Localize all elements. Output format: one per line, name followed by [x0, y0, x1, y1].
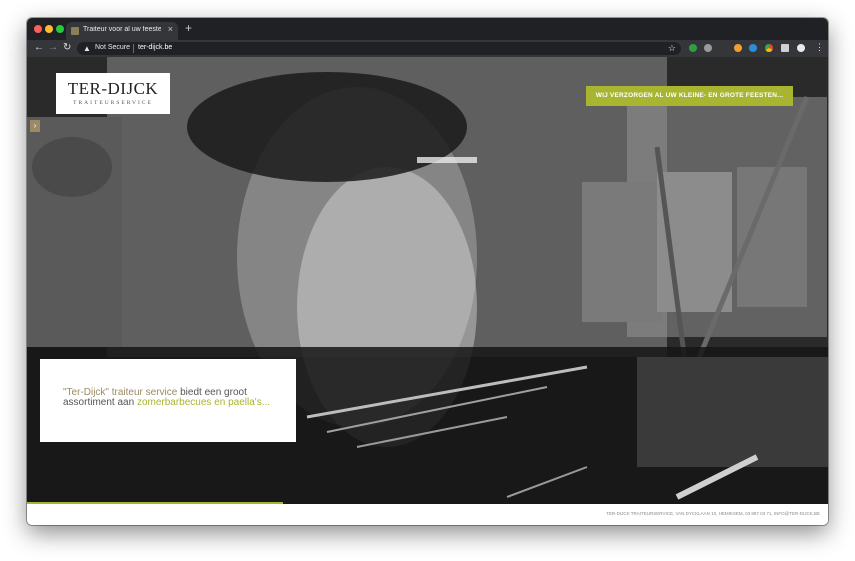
security-label[interactable]: Not Secure — [95, 44, 130, 51]
address-divider — [133, 44, 134, 53]
slide-caption-box: "Ter-Dijck" traiteur service biedt een g… — [40, 359, 296, 442]
tab-title: Traiteur voor al uw feesten | Ter-Dijck — [83, 26, 161, 33]
caption-highlight: zomerbarbecues en paella's... — [136, 397, 271, 408]
url-text[interactable]: ter-dijck.be — [138, 44, 172, 51]
slide-caption-text: "Ter-Dijck" traiteur service biedt een g… — [63, 388, 273, 408]
tagline-banner: WIJ VERZORGEN AL UW KLEINE- EN GROTE FEE… — [586, 86, 793, 106]
gray-extension-icon[interactable] — [704, 44, 712, 52]
browser-menu-icon[interactable]: ⋮ — [815, 42, 824, 53]
maximize-window-button[interactable] — [56, 25, 64, 33]
tab-strip: Traiteur voor al uw feesten | Ter-Dijck … — [27, 18, 828, 40]
reload-icon[interactable]: ↻ — [63, 42, 71, 53]
puzzle-icon[interactable] — [781, 44, 789, 52]
back-icon[interactable]: ← — [34, 42, 44, 53]
site-logo[interactable]: TER-DIJCK TRAITEURSERVICE — [56, 73, 170, 114]
hero-slideshow: TER-DIJCK TRAITEURSERVICE WIJ VERZORGEN … — [27, 57, 828, 504]
footer-contact: TER-DIJCK TRAITEURSERVICE, VAN DYCKLAAN … — [606, 511, 820, 516]
favicon-icon — [71, 27, 79, 35]
shield-extension-icon[interactable] — [689, 44, 697, 52]
browser-window: Traiteur voor al uw feesten | Ter-Dijck … — [27, 18, 828, 525]
warning-icon: ▲ — [83, 44, 91, 53]
tab-active[interactable]: Traiteur voor al uw feesten | Ter-Dijck … — [66, 22, 178, 40]
browser-toolbar: ← → ↻ ▲ Not Secure ter-dijck.be ☆ ⋮ — [27, 40, 828, 58]
logo-subtitle: TRAITEURSERVICE — [73, 100, 153, 106]
profile-icon[interactable] — [797, 44, 805, 52]
slide-progress-bar — [27, 502, 284, 504]
blue-extension-icon[interactable] — [749, 44, 757, 52]
address-bar[interactable]: ▲ Not Secure ter-dijck.be ☆ — [77, 42, 681, 55]
tab-close-icon[interactable]: × — [168, 24, 173, 34]
bookmark-star-icon[interactable]: ☆ — [668, 43, 676, 54]
chevron-right-icon[interactable]: › — [30, 120, 40, 132]
chrome-extension-icon[interactable] — [765, 44, 773, 52]
minimize-window-button[interactable] — [45, 25, 53, 33]
orange-extension-icon[interactable] — [734, 44, 742, 52]
close-window-button[interactable] — [34, 25, 42, 33]
logo-wordmark: TER-DIJCK — [67, 79, 159, 98]
web-page: TER-DIJCK TRAITEURSERVICE WIJ VERZORGEN … — [27, 57, 828, 525]
forward-icon[interactable]: → — [48, 42, 58, 53]
new-tab-button[interactable]: + — [185, 21, 192, 35]
